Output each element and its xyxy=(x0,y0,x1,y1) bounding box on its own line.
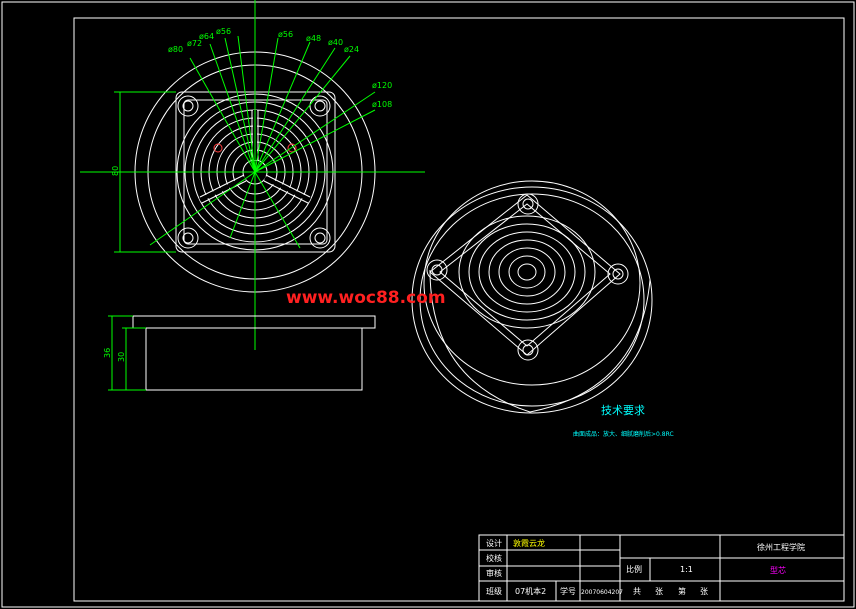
tb-class-label: 班级 xyxy=(486,586,502,596)
tech-requirements-title: 技术要求 xyxy=(601,404,645,417)
tb-scale-value: 1:1 xyxy=(680,565,693,574)
tb-sheet-total: 共 xyxy=(633,587,641,596)
dim-d24: ø24 xyxy=(344,45,359,54)
dim-d40: ø40 xyxy=(328,38,343,47)
tb-class-value: 07机本2 xyxy=(515,586,546,596)
tech-requirements-note: 曲面成品：放大、细腻磨削后>0.8RC xyxy=(573,430,674,438)
watermark-text: www.woc88.com xyxy=(286,288,446,308)
dim-d56a: ø56 xyxy=(216,27,231,36)
dim-d56b: ø56 xyxy=(278,30,293,39)
tb-check-label: 校核 xyxy=(486,553,502,563)
dim-d64: ø64 xyxy=(199,32,214,41)
tb-student-id-label: 学号 xyxy=(560,586,576,596)
tb-student-id-value: 20070604207 xyxy=(581,589,623,596)
dim-d108: ø108 xyxy=(372,100,392,109)
front-view xyxy=(132,315,376,391)
dim-h36: 36 xyxy=(103,348,112,358)
dim-d120: ø120 xyxy=(372,81,392,90)
tb-sheet-word: 张 xyxy=(655,587,663,596)
dim-d80: ø80 xyxy=(168,45,183,54)
tb-part-name: 型芯 xyxy=(770,565,786,575)
dim-d48: ø48 xyxy=(306,34,321,43)
front-view-dimension-lines xyxy=(108,315,146,391)
inner-frame xyxy=(73,17,845,602)
tb-review-label: 审核 xyxy=(486,568,502,578)
dim-h80: 80 xyxy=(111,166,120,176)
tb-sheet-no: 第 xyxy=(678,586,686,596)
tb-designer-value: 敦霞云龙 xyxy=(513,538,545,548)
dim-h30: 30 xyxy=(117,352,126,362)
tb-scale-label: 比例 xyxy=(626,564,642,574)
cad-drawing-canvas: ø80 ø72 ø64 ø56 ø56 ø48 ø40 ø24 ø120 ø10… xyxy=(1,0,855,608)
tb-design-label: 设计 xyxy=(486,538,502,548)
tb-sheet-word2: 张 xyxy=(700,587,708,596)
tb-school-name: 徐州工程学院 xyxy=(757,542,805,552)
isometric-view xyxy=(411,180,653,414)
